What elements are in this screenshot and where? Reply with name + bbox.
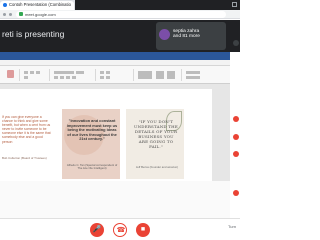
quote-1-text: If you can give everyone a chance to thi… xyxy=(2,115,51,144)
layout-icon xyxy=(30,71,34,74)
paste-icon xyxy=(7,70,14,78)
camera-off-icon: ■ xyxy=(140,226,146,233)
tab-title: Contoh Presentation (Combination) di Lap… xyxy=(9,2,71,7)
ribbon-group xyxy=(136,69,182,81)
font-color-icon xyxy=(72,76,76,79)
shapes-icon xyxy=(138,71,152,79)
url-text: meet.google.com xyxy=(25,12,56,17)
participant-more: and 81 more xyxy=(173,34,200,40)
slide-canvas: If you can give everyone a chance to thi… xyxy=(0,85,230,181)
bullets-icon xyxy=(100,71,104,74)
ribbon-group xyxy=(98,69,134,81)
lock-icon xyxy=(19,12,23,16)
meet-favicon-icon xyxy=(3,3,7,7)
leave-call-button[interactable]: ☎ xyxy=(113,223,127,237)
turn-label[interactable]: Turn xyxy=(228,224,236,229)
font-box-icon xyxy=(54,71,74,74)
presenting-label: reti is presenting xyxy=(2,29,65,39)
quote-card-3: "IF YOU DON'T UNDERSTAND THE DETAILS OF … xyxy=(126,109,184,179)
mic-toggle-button[interactable]: 🎤 xyxy=(90,223,104,237)
ribbon-group xyxy=(184,69,224,81)
quote-1-author: Bob Cullerton (Board of Trustees) xyxy=(2,156,47,160)
slide-notes-area xyxy=(0,181,230,218)
mic-muted-indicator-icon xyxy=(233,134,239,140)
side-indicator-icon xyxy=(233,40,239,46)
hangup-icon: ☎ xyxy=(116,227,126,234)
align-left-icon xyxy=(100,76,104,79)
mic-muted-indicator-icon xyxy=(233,151,239,157)
camera-toggle-button[interactable]: ■ xyxy=(136,223,150,237)
ribbon-group xyxy=(52,69,96,81)
back-icon[interactable] xyxy=(3,13,6,16)
ribbon-group xyxy=(2,69,20,81)
quote-card-1: If you can give everyone a chance to thi… xyxy=(0,109,56,179)
bold-icon xyxy=(54,76,58,79)
browser-tab[interactable]: Contoh Presentation (Combination) di Lap… xyxy=(0,1,74,10)
mic-off-icon: 🎤 xyxy=(92,226,102,233)
ribbon-group xyxy=(22,69,50,81)
reset-icon xyxy=(36,71,40,74)
meet-controls: 🎤 ☎ ■ xyxy=(0,218,240,240)
shared-screen: If you can give everyone a chance to thi… xyxy=(0,52,230,218)
slide: If you can give everyone a chance to thi… xyxy=(0,89,212,181)
url-field[interactable]: meet.google.com xyxy=(16,11,226,18)
arrange-icon xyxy=(156,71,164,79)
reload-icon[interactable] xyxy=(9,13,12,16)
new-slide-icon xyxy=(24,71,28,74)
mic-muted-indicator-icon xyxy=(233,116,239,122)
quick-styles-icon xyxy=(167,71,175,79)
participant-names: septia zahra and 81 more xyxy=(173,29,200,40)
quote-3-author: Jeff Bezos (Founder and amazon) xyxy=(135,165,179,169)
quote-3-text: "IF YOU DON'T UNDERSTAND THE DETAILS OF … xyxy=(134,119,178,149)
ppt-title-bar xyxy=(0,52,230,60)
ppt-ribbon xyxy=(0,66,230,84)
browser-tab-strip: Contoh Presentation (Combination) di Lap… xyxy=(0,0,240,10)
window-control-icon[interactable] xyxy=(232,2,237,7)
quote-card-2: "Innovation and constant improvement mus… xyxy=(62,109,120,179)
address-bar: meet.google.com xyxy=(0,10,240,19)
underline-icon xyxy=(66,76,70,79)
align-center-icon xyxy=(106,76,110,79)
quote-2-text: "Innovation and constant improvement mus… xyxy=(66,118,118,141)
quote-2-author: Alfredo C. Tan (Special correspondent of… xyxy=(66,163,118,171)
italic-icon xyxy=(60,76,64,79)
mic-muted-indicator-icon xyxy=(233,190,239,196)
avatar xyxy=(159,29,170,40)
replace-icon xyxy=(186,76,200,79)
font-size-icon xyxy=(76,71,84,74)
numbering-icon xyxy=(106,71,110,74)
section-icon xyxy=(24,76,28,79)
find-icon xyxy=(186,71,200,74)
tab-strip-empty xyxy=(75,0,240,10)
